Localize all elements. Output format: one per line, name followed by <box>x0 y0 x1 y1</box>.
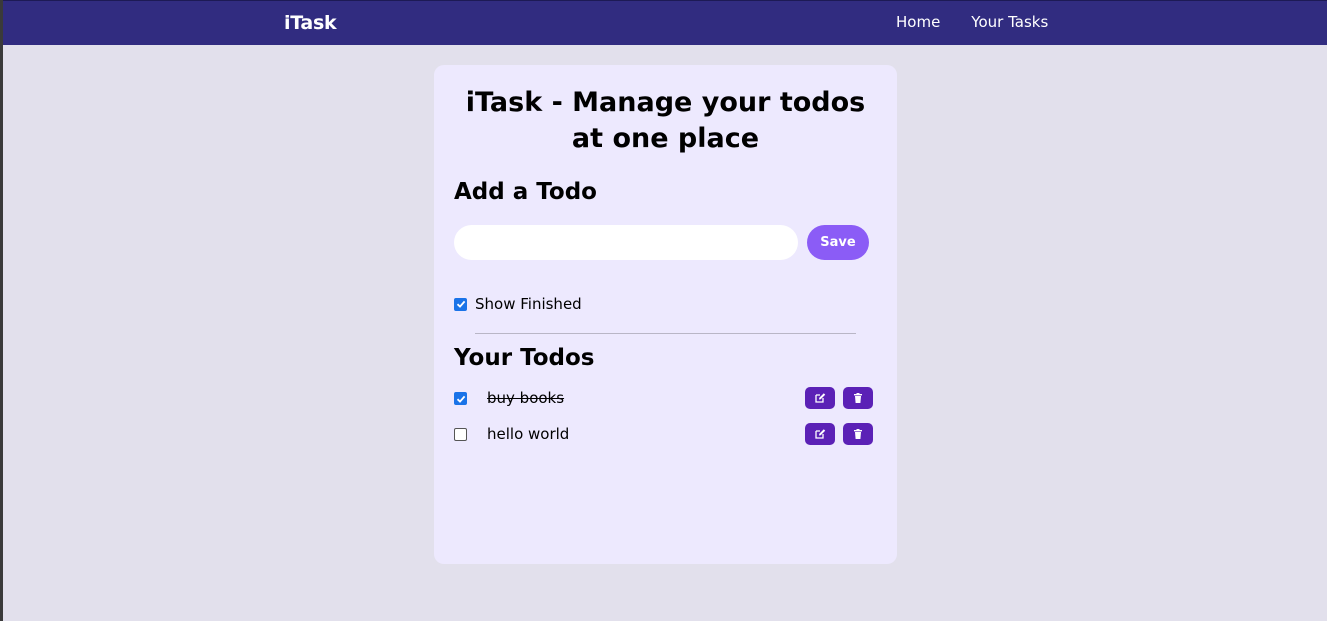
delete-button[interactable] <box>843 387 873 409</box>
your-todos-heading: Your Todos <box>454 345 595 371</box>
add-todo-heading: Add a Todo <box>454 179 597 205</box>
todo-text: buy books <box>487 389 565 407</box>
show-finished-label: Show Finished <box>475 295 582 313</box>
todo-item: buy books <box>454 387 873 411</box>
checkmark-icon <box>456 300 465 308</box>
nav-links: Home Your Tasks <box>896 13 1048 31</box>
trash-icon <box>854 393 862 403</box>
todo-checkbox[interactable] <box>454 392 467 405</box>
todo-checkbox[interactable] <box>454 428 467 441</box>
page-title: iTask - Manage your todos at one place <box>465 87 866 154</box>
edit-button[interactable] <box>805 423 835 445</box>
show-finished-checkbox[interactable] <box>454 297 467 311</box>
edit-icon <box>815 393 826 403</box>
todo-card: iTask - Manage your todos at one place A… <box>434 65 897 564</box>
nav-link-home[interactable]: Home <box>896 13 940 31</box>
trash-icon <box>854 429 862 439</box>
show-finished-toggle[interactable]: Show Finished <box>454 295 582 313</box>
brand-logo[interactable]: iTask <box>284 12 337 34</box>
divider <box>475 333 856 334</box>
save-button[interactable]: Save <box>807 225 869 260</box>
todo-input[interactable] <box>454 225 798 260</box>
edit-button[interactable] <box>805 387 835 409</box>
nav-link-your-tasks[interactable]: Your Tasks <box>971 13 1048 31</box>
todo-text: hello world <box>487 425 570 443</box>
edit-icon <box>815 429 826 439</box>
delete-button[interactable] <box>843 423 873 445</box>
checkmark-icon <box>456 395 465 403</box>
navbar: iTask Home Your Tasks <box>3 0 1327 45</box>
todo-item: hello world <box>454 423 873 447</box>
